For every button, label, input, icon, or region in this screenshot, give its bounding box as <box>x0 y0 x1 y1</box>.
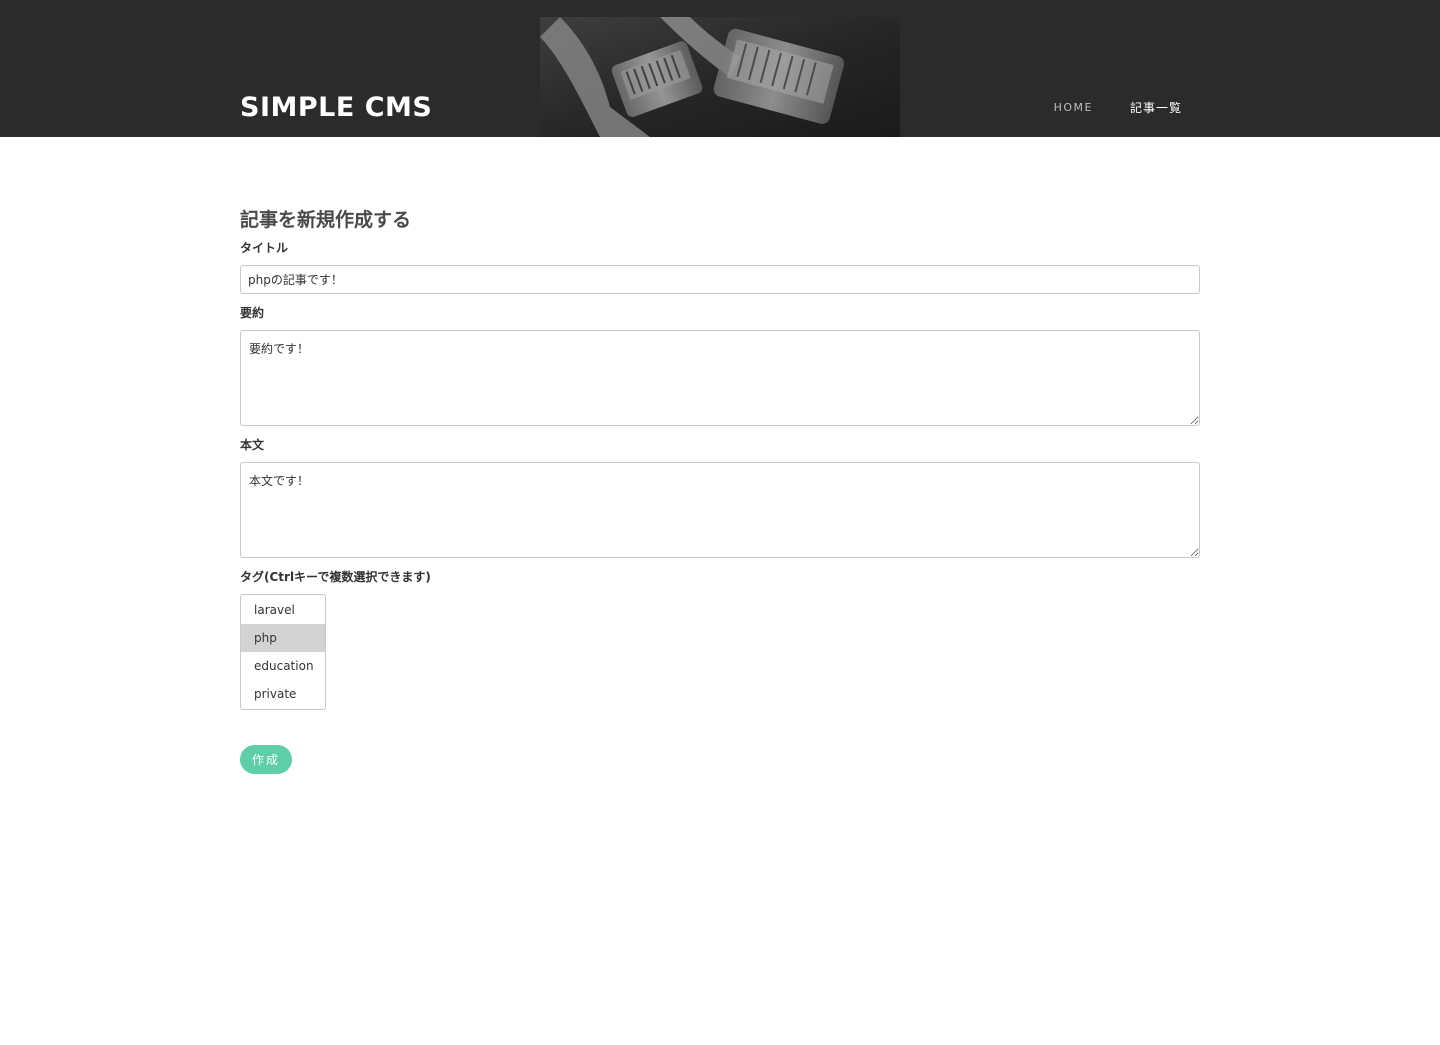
tag-option-private[interactable]: private <box>241 680 325 708</box>
tag-option-php[interactable]: php <box>241 624 325 652</box>
tags-multiselect[interactable]: laravel php education private <box>240 594 326 710</box>
tag-option-education[interactable]: education <box>241 652 325 680</box>
summary-textarea[interactable]: 要約です！ <box>240 330 1200 426</box>
body-textarea[interactable]: 本文です！ <box>240 462 1200 558</box>
article-create-form: 記事を新規作成する タイトル 要約 要約です！ 本文 本文です！ タグ(Ctrl… <box>240 205 1200 774</box>
title-label: タイトル <box>240 241 289 255</box>
nav-link-home[interactable]: HOME <box>1054 99 1093 117</box>
title-input[interactable] <box>240 265 1200 294</box>
tag-option-laravel[interactable]: laravel <box>241 596 325 624</box>
tags-label: タグ(Ctrlキーで複数選択できます) <box>240 570 431 584</box>
summary-label: 要約 <box>240 306 265 320</box>
body-label: 本文 <box>240 438 265 452</box>
create-button[interactable]: 作成 <box>240 745 292 774</box>
header-hero-image <box>540 17 900 137</box>
site-header: SIMPLE CMS HOME 記事一覧 <box>0 0 1440 137</box>
ethernet-cables-image <box>540 17 900 137</box>
page-title: 記事を新規作成する <box>240 209 412 231</box>
nav-link-articles[interactable]: 記事一覧 <box>1130 99 1182 117</box>
main-nav: HOME 記事一覧 <box>1054 99 1182 117</box>
site-brand-link[interactable]: SIMPLE CMS <box>240 90 432 126</box>
